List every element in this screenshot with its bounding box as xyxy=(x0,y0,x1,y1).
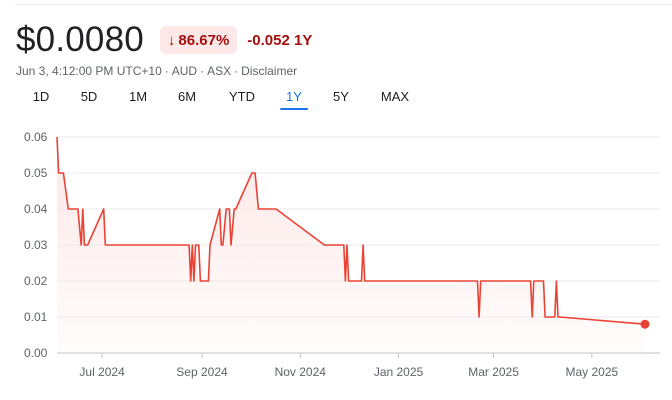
x-tick-label: Mar 2025 xyxy=(468,365,519,379)
x-tick-label: Sep 2024 xyxy=(176,365,228,379)
y-tick-label: 0.04 xyxy=(24,202,48,216)
y-tick-label: 0.05 xyxy=(24,166,48,180)
y-tick-label: 0.00 xyxy=(24,346,48,360)
x-tick-label: Nov 2024 xyxy=(275,365,327,379)
y-tick-label: 0.01 xyxy=(24,310,48,324)
last-price-point xyxy=(640,319,650,329)
price-chart: 0.00 0.01 0.02 0.03 0.04 0.05 0.06 Jul 2024 Sep … xyxy=(24,130,660,379)
y-tick-label: 0.06 xyxy=(24,130,48,144)
y-tick-label: 0.02 xyxy=(24,274,48,288)
x-tick-label: Jul 2024 xyxy=(79,365,125,379)
x-tick-label: May 2025 xyxy=(565,365,618,379)
x-tick-label: Jan 2025 xyxy=(374,365,424,379)
y-tick-label: 0.03 xyxy=(24,238,48,252)
